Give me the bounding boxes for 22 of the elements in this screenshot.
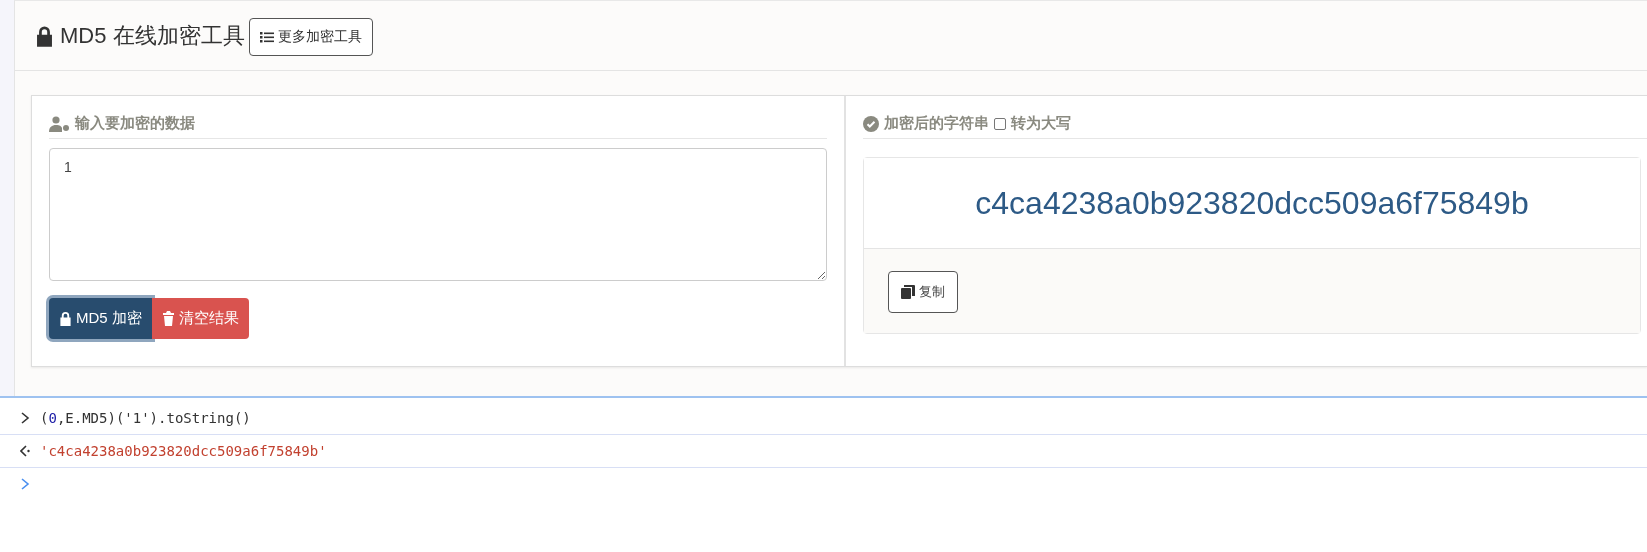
console-command-text: (0,E.MD5)('1').toString() bbox=[40, 410, 251, 426]
copy-button[interactable]: 复制 bbox=[888, 271, 958, 313]
prompt-icon bbox=[20, 412, 30, 424]
md5-result: c4ca4238a0b923820dcc509a6f75849b bbox=[975, 184, 1529, 222]
page-title: MD5 在线加密工具 bbox=[60, 21, 245, 50]
prompt-icon bbox=[20, 478, 30, 490]
output-heading: 加密后的字符串 bbox=[884, 114, 989, 133]
list-icon bbox=[259, 29, 274, 44]
trash-icon bbox=[161, 311, 175, 326]
check-circle-icon bbox=[863, 115, 879, 132]
console-result-text: 'c4ca4238a0b923820dcc509a6f75849b' bbox=[40, 443, 327, 459]
lock-icon bbox=[59, 311, 72, 326]
clear-button[interactable]: 清空结果 bbox=[151, 298, 249, 339]
encrypt-button[interactable]: MD5 加密 bbox=[49, 298, 152, 339]
uppercase-label: 转为大写 bbox=[1011, 114, 1071, 133]
input-field[interactable]: 1 bbox=[49, 148, 827, 281]
uppercase-checkbox[interactable] bbox=[994, 117, 1006, 130]
copy-icon bbox=[901, 285, 915, 299]
lock-icon bbox=[35, 24, 54, 47]
input-heading: 输入要加密的数据 bbox=[75, 114, 195, 133]
more-tools-button[interactable]: 更多加密工具 bbox=[248, 17, 373, 56]
result-arrow-icon bbox=[20, 445, 30, 457]
